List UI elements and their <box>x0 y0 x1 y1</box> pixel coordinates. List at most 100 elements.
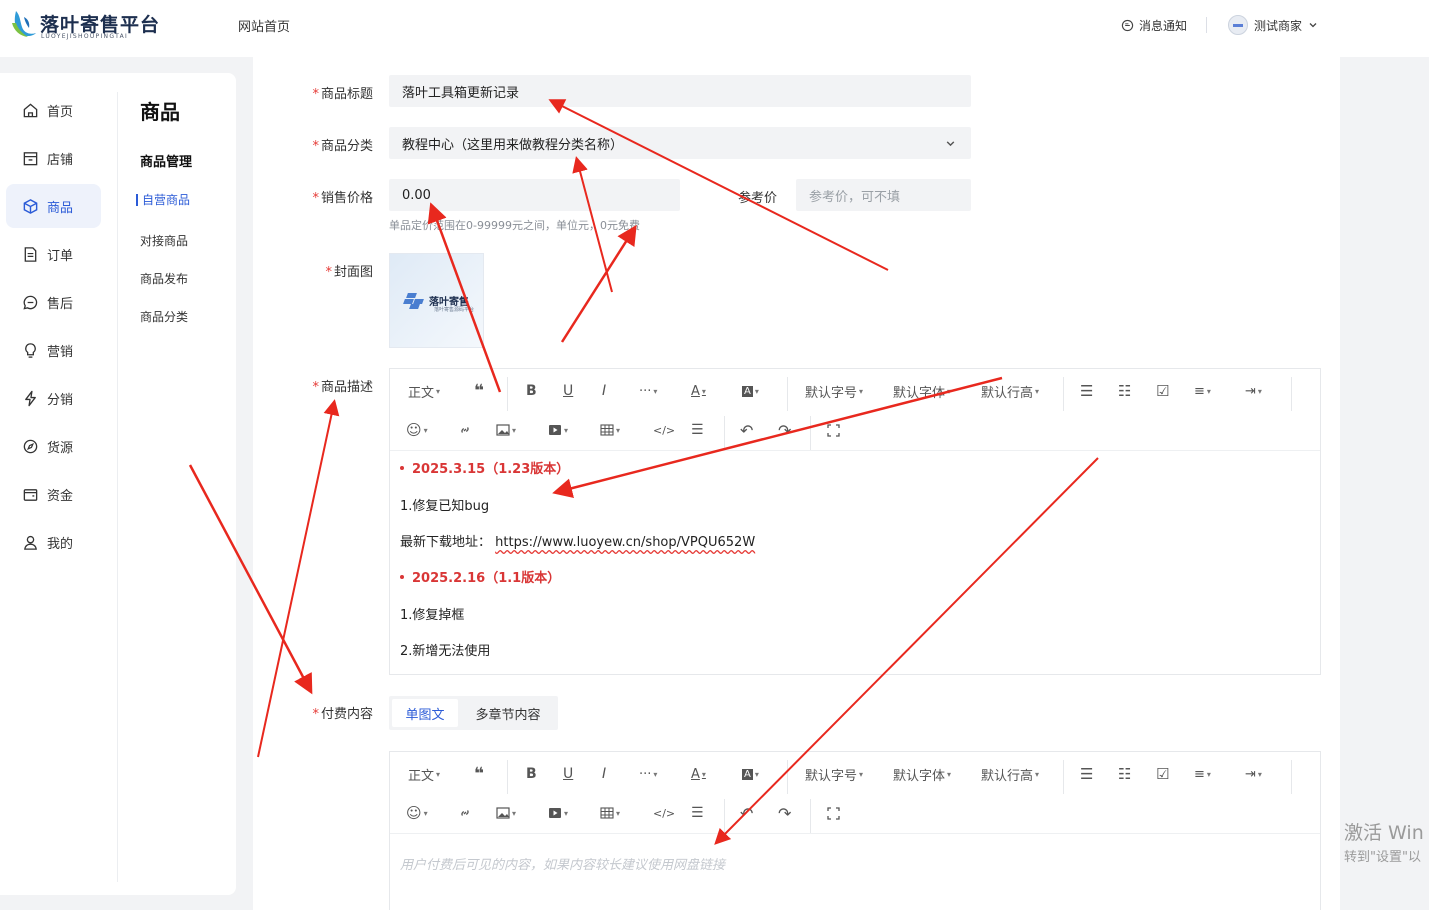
download-link[interactable]: https://www.luoyew.cn/shop/VPQU652W <box>495 535 755 550</box>
italic-icon[interactable]: I <box>602 371 606 411</box>
table-icon[interactable]: ▾ <box>600 410 620 450</box>
lightning-icon <box>25 390 36 406</box>
underline-icon[interactable]: U <box>563 371 573 411</box>
title-input[interactable]: 落叶工具箱更新记录 <box>389 75 971 107</box>
undo-icon[interactable]: ↶ <box>740 793 753 833</box>
paragraph-dropdown[interactable]: 正文 ▾ <box>408 754 440 794</box>
sidebar-item-aftersale[interactable]: 售后 <box>6 280 101 324</box>
code-icon[interactable]: </> <box>653 410 675 450</box>
table-icon[interactable]: ▾ <box>600 793 620 833</box>
font-size-dropdown[interactable]: 默认字号 ▾ <box>805 371 863 411</box>
code-icon[interactable]: </> <box>653 793 675 833</box>
sidebar-item-label: 订单 <box>47 248 74 264</box>
bold-icon[interactable]: B <box>526 754 537 794</box>
description-line: 2.新增无法使用 <box>400 644 491 659</box>
notification-button[interactable]: 消息通知 <box>1121 17 1187 34</box>
paid-content-editor[interactable]: 正文 ▾ ❝ B U I ··· ▾ A ▾ A ▾ 默认字号 ▾ 默认字体 ▾ 默认行高 ▾… <box>389 751 1321 910</box>
editor-toolbar-row: 正文 ▾ ❝ B U I ··· ▾ A ▾ A ▾ 默认字号 ▾ 默认字体 ▾ 默认行高 ▾… <box>390 754 1320 794</box>
bullet-list-icon[interactable]: ☰ <box>1080 371 1093 411</box>
reference-price-input[interactable]: 参考价，可不填 <box>796 179 971 211</box>
sidebar-item-distribution[interactable]: 分销 <box>6 376 101 420</box>
blockquote-icon[interactable]: ❝ <box>474 754 484 794</box>
image-icon[interactable]: ▾ <box>496 410 516 450</box>
numbered-list-icon[interactable]: ☷ <box>1118 754 1131 794</box>
price-hint: 单品定价范围在0-99999元之间，单位元，0元免费 <box>389 219 640 232</box>
description-line: 1.修复已知bug <box>400 499 490 514</box>
numbered-list-icon[interactable]: ☷ <box>1118 371 1131 411</box>
website-home-link[interactable]: 网站首页 <box>238 16 290 35</box>
price-input[interactable]: 0.00 <box>389 179 680 211</box>
paragraph-dropdown[interactable]: 正文 ▾ <box>408 371 440 411</box>
category-select[interactable]: 教程中心（这里用来做教程分类名称） <box>389 127 971 159</box>
bulb-icon <box>25 342 36 358</box>
background-color-icon[interactable]: A ▾ <box>742 754 759 794</box>
fullscreen-icon[interactable] <box>827 793 840 833</box>
align-icon[interactable]: ≡ ▾ <box>1194 371 1211 411</box>
italic-icon[interactable]: I <box>602 754 606 794</box>
sidebar-item-store[interactable]: 店铺 <box>6 136 101 180</box>
bold-icon[interactable]: B <box>526 371 537 411</box>
line-height-dropdown[interactable]: 默认行高 ▾ <box>981 371 1039 411</box>
align-icon[interactable]: ≡ ▾ <box>1194 754 1211 794</box>
divider-icon[interactable]: ☰ <box>691 410 704 450</box>
sidebar-item-orders[interactable]: 订单 <box>6 232 101 276</box>
submenu-item-publish-goods[interactable]: 商品发布 <box>140 270 188 287</box>
sidebar-item-marketing[interactable]: 营销 <box>6 328 101 372</box>
video-icon[interactable]: ▾ <box>548 410 568 450</box>
sidebar-item-home[interactable]: 首页 <box>6 88 101 132</box>
bullet-list-icon[interactable]: ☰ <box>1080 754 1093 794</box>
price-label: * 销售价格 <box>312 191 373 206</box>
sidebar-item-label: 分销 <box>47 392 74 408</box>
font-family-dropdown[interactable]: 默认字体 ▾ <box>893 371 951 411</box>
submenu-item-docking-goods[interactable]: 对接商品 <box>140 232 188 249</box>
link-icon[interactable] <box>458 793 472 833</box>
more-icon[interactable]: ··· ▾ <box>639 371 657 411</box>
submenu-item-own-goods[interactable]: 自营商品 <box>136 194 190 206</box>
logo-icon <box>12 11 36 37</box>
sidebar-item-supply[interactable]: 货源 <box>6 424 101 468</box>
user-menu[interactable]: 测试商家 <box>1228 15 1318 35</box>
tab-single-graphic[interactable]: 单图文 <box>392 699 458 727</box>
description-editor[interactable]: 正文 ▾ ❝ B U I ··· ▾ A ▾ A ▾ 默认字号 ▾ 默认字体 ▾ 默认行高 ▾… <box>389 368 1321 675</box>
indent-icon[interactable]: ⇥ ▾ <box>1245 371 1262 411</box>
cover-logo-icon <box>403 292 426 309</box>
document-icon <box>24 246 37 262</box>
font-size-dropdown[interactable]: 默认字号 ▾ <box>805 754 863 794</box>
redo-icon[interactable]: ↷ <box>778 410 791 450</box>
underline-icon[interactable]: U <box>563 754 573 794</box>
font-color-icon[interactable]: A ▾ <box>691 371 706 411</box>
emoji-icon[interactable]: ☺ ▾ <box>406 793 428 833</box>
sidebar-item-label: 店铺 <box>47 152 74 168</box>
undo-icon[interactable]: ↶ <box>740 410 753 450</box>
fullscreen-icon[interactable] <box>827 410 840 450</box>
checklist-icon[interactable]: ☑ <box>1156 371 1169 411</box>
indent-icon[interactable]: ⇥ ▾ <box>1245 754 1262 794</box>
link-icon[interactable] <box>458 410 472 450</box>
wallet-icon <box>23 488 38 501</box>
submenu-group-title: 商品管理 <box>140 155 193 170</box>
font-color-icon[interactable]: A ▾ <box>691 754 706 794</box>
image-icon[interactable]: ▾ <box>496 793 516 833</box>
checklist-icon[interactable]: ☑ <box>1156 754 1169 794</box>
tab-multi-chapter[interactable]: 多章节内容 <box>465 699 551 727</box>
cover-image-upload[interactable]: 落叶寄售 落叶寄售源码平台 <box>389 253 484 348</box>
sidebar-item-mine[interactable]: 我的 <box>6 520 101 564</box>
sidebar-item-goods[interactable]: 商品 <box>6 184 101 228</box>
emoji-icon[interactable]: ☺ ▾ <box>406 410 428 450</box>
video-icon[interactable]: ▾ <box>548 793 568 833</box>
background-color-icon[interactable]: A ▾ <box>742 371 759 411</box>
redo-icon[interactable]: ↷ <box>778 793 791 833</box>
font-family-dropdown[interactable]: 默认字体 ▾ <box>893 754 951 794</box>
user-icon <box>24 535 37 550</box>
line-height-dropdown[interactable]: 默认行高 ▾ <box>981 754 1039 794</box>
blockquote-icon[interactable]: ❝ <box>474 371 484 411</box>
more-icon[interactable]: ··· ▾ <box>639 754 657 794</box>
top-header <box>0 0 1429 57</box>
cover-label: * 封面图 <box>325 265 373 280</box>
divider-icon[interactable]: ☰ <box>691 793 704 833</box>
submenu-item-goods-category[interactable]: 商品分类 <box>140 308 188 325</box>
sidebar-item-funds[interactable]: 资金 <box>6 472 101 516</box>
title-label: * 商品标题 <box>312 87 373 102</box>
cover-subtext: 落叶寄售源码平台 <box>434 307 475 313</box>
category-value: 教程中心（这里用来做教程分类名称） <box>402 137 624 153</box>
